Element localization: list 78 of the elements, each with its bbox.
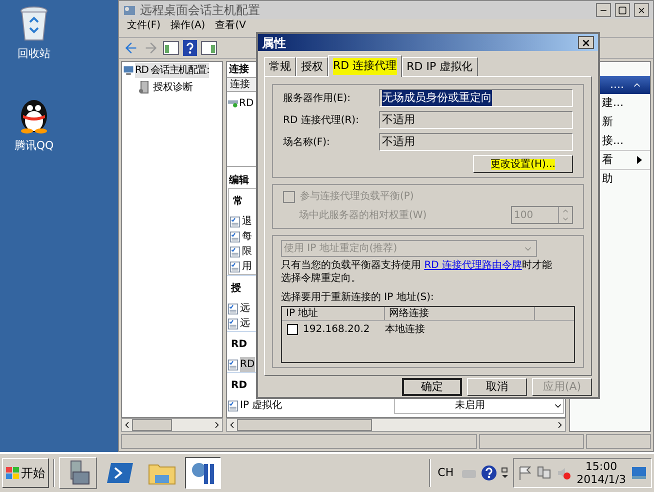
weight-label: 场中此服务器的相对权重(W)	[298, 208, 428, 222]
settings-icon	[230, 260, 240, 272]
tree-item[interactable]: RD 会话主机配置:	[135, 63, 210, 78]
taskbar-button[interactable]	[185, 457, 221, 489]
computer-icon	[123, 65, 134, 76]
back-icon[interactable]	[123, 40, 139, 56]
action-pane-icon[interactable]	[201, 41, 217, 55]
setting-item[interactable]: RD	[240, 357, 255, 372]
field-label: RD 连接代理(R):	[283, 114, 360, 128]
connection-name[interactable]: RD	[239, 96, 254, 111]
horizontal-scrollbar[interactable]	[121, 418, 223, 432]
help-icon[interactable]	[480, 465, 497, 481]
section-title: 连接	[228, 62, 250, 77]
network-icon[interactable]	[536, 466, 551, 480]
group-heading: RD	[230, 379, 248, 393]
dialog-button[interactable]: 确定	[402, 378, 462, 396]
maximize-button[interactable]	[615, 3, 630, 17]
desktop-icon-label[interactable]: 回收站	[18, 46, 50, 62]
server-icon	[139, 81, 149, 94]
setting-item[interactable]: 远	[240, 316, 250, 331]
horizontal-scrollbar[interactable]	[226, 418, 566, 432]
status-bar	[586, 434, 651, 449]
field-label: 服务器作用(E):	[283, 92, 352, 106]
menu-item[interactable]: 文件(F)	[127, 20, 161, 32]
help-icon[interactable]	[183, 40, 197, 56]
close-button[interactable]	[634, 3, 649, 17]
powershell-icon[interactable]	[107, 462, 133, 484]
readonly-field[interactable]: 无场成员身份或重定向	[379, 89, 573, 107]
close-icon	[637, 6, 646, 14]
list-label: 选择要用于重新连接的 IP 地址(S):	[281, 290, 434, 304]
tab[interactable]: RD 连接代理	[328, 55, 402, 77]
language-indicator[interactable]: CH	[434, 464, 457, 482]
readonly-field[interactable]: 不适用	[379, 111, 573, 129]
section-title: 编辑	[228, 174, 250, 188]
setting-item[interactable]: 每	[242, 229, 252, 244]
submenu-arrow-icon	[637, 156, 642, 164]
maximize-icon	[618, 6, 627, 14]
flag-icon[interactable]	[518, 466, 531, 480]
app-icon	[123, 4, 136, 16]
windows-logo-icon	[6, 467, 19, 479]
tree-item[interactable]: 授权诊断	[153, 80, 193, 95]
group-heading: RD	[230, 338, 248, 352]
setting-item[interactable]: 限	[242, 244, 252, 259]
close-button[interactable]	[578, 36, 594, 49]
ip-address: 192.168.20.2	[302, 322, 371, 336]
muted-speaker-icon[interactable]	[556, 466, 571, 480]
recycle-bin-icon	[19, 6, 49, 42]
settings-icon	[230, 216, 240, 228]
dialog-button[interactable]: 取消	[467, 378, 527, 396]
connection-name: 本地连接	[385, 322, 425, 336]
readonly-field[interactable]: 不适用	[379, 133, 573, 151]
minimize-button[interactable]	[596, 3, 611, 17]
checkbox-label: 参与连接代理负载平衡(P)	[300, 190, 414, 204]
group-heading: 常	[232, 194, 243, 209]
redirection-note: 只有当您的负载平衡器支持使用 RD 连接代理路由令牌时才能选择令牌重定向。	[281, 259, 554, 285]
desktop-icon-label[interactable]: 腾讯QQ	[14, 138, 54, 154]
network-icon	[228, 99, 238, 108]
setting-item[interactable]: 用	[242, 259, 252, 274]
tab[interactable]: 常规	[264, 57, 296, 76]
pane-toggle-icon[interactable]	[163, 41, 179, 55]
menu-item[interactable]: 查看(V	[215, 20, 246, 32]
setting-item[interactable]: 远	[240, 301, 250, 316]
settings-icon	[230, 246, 240, 258]
close-icon	[581, 38, 591, 48]
dialog-title: 属性	[262, 34, 286, 52]
setting-item[interactable]: 退	[242, 214, 252, 229]
start-button[interactable]: 开始	[2, 458, 49, 488]
group-heading: 授	[230, 282, 241, 296]
setting-item[interactable]: IP 虚拟化	[240, 398, 282, 413]
restore-arrow-icon[interactable]	[500, 467, 509, 479]
menu-item[interactable]: 操作(A)	[170, 20, 206, 32]
window-title: 远程桌面会话主机配置	[140, 2, 260, 19]
change-settings-button[interactable]: 更改设置(H)...	[473, 155, 573, 173]
tab[interactable]: RD IP 虚拟化	[402, 57, 478, 76]
settings-icon	[230, 230, 240, 242]
clock[interactable]: 15:00 2014/1/3	[576, 460, 626, 486]
field-label: 场名称(F):	[283, 136, 331, 150]
remote-config-icon	[190, 460, 216, 486]
